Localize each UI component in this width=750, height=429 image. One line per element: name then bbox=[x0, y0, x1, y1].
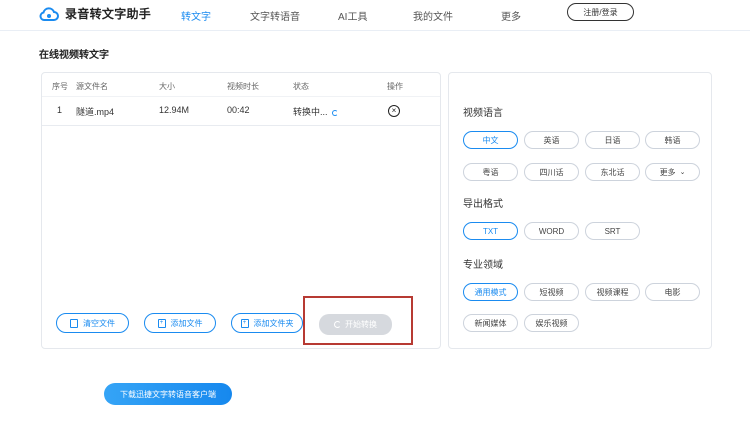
nav-speech-to-text[interactable]: 转文字 bbox=[181, 8, 211, 23]
header-divider bbox=[42, 96, 440, 97]
domain-chip-news[interactable]: 新闻媒体 bbox=[463, 314, 518, 332]
chevron-down-icon: ⌄ bbox=[679, 169, 686, 176]
domain-chip-entertainment[interactable]: 娱乐视频 bbox=[524, 314, 579, 332]
row-duration: 00:42 bbox=[227, 105, 250, 115]
row-filename: 隧道.mp4 bbox=[76, 107, 115, 117]
clear-files-button[interactable]: 清空文件 bbox=[56, 313, 129, 333]
format-chip-txt[interactable]: TXT bbox=[463, 222, 518, 240]
domain-chip-general[interactable]: 通用模式 bbox=[463, 283, 518, 301]
add-folder-button[interactable]: + 添加文件夹 bbox=[231, 313, 303, 333]
lang-chip-sichuan[interactable]: 四川话 bbox=[524, 163, 579, 181]
page-title: 在线视频转文字 bbox=[39, 50, 109, 61]
lang-chip-cantonese[interactable]: 粤语 bbox=[463, 163, 518, 181]
format-chip-srt[interactable]: SRT bbox=[585, 222, 640, 240]
lang-chip-japanese[interactable]: 日语 bbox=[585, 131, 640, 149]
lang-chip-korean[interactable]: 韩语 bbox=[645, 131, 700, 149]
row-status: 转换中... bbox=[293, 105, 338, 118]
add-file-icon: + bbox=[157, 318, 166, 328]
header-status: 状态 bbox=[293, 82, 309, 91]
lang-chip-more[interactable]: 更多 ⌄ bbox=[645, 163, 700, 181]
domain-chip-short-video[interactable]: 短视频 bbox=[524, 283, 579, 301]
header-index: 序号 bbox=[52, 82, 68, 91]
add-file-button[interactable]: + 添加文件 bbox=[144, 313, 216, 333]
row-status-text: 转换中... bbox=[293, 107, 328, 117]
lang-chip-english[interactable]: 英语 bbox=[524, 131, 579, 149]
login-button[interactable]: 注册/登录 bbox=[567, 3, 634, 21]
lang-more-label: 更多 bbox=[659, 167, 676, 177]
format-section-title: 导出格式 bbox=[463, 199, 503, 210]
header-filename: 源文件名 bbox=[76, 82, 108, 91]
settings-panel: 视频语言 中文 英语 日语 韩语 粤语 四川话 东北话 更多 ⌄ 导出格式 TX… bbox=[448, 72, 712, 349]
row-divider bbox=[42, 125, 440, 126]
header-operation: 操作 bbox=[387, 82, 403, 91]
loading-spinner-icon bbox=[331, 109, 338, 116]
lang-chip-chinese[interactable]: 中文 bbox=[463, 131, 518, 149]
language-section-title: 视频语言 bbox=[463, 108, 503, 119]
domain-chip-movie[interactable]: 电影 bbox=[645, 283, 700, 301]
format-chip-word[interactable]: WORD bbox=[524, 222, 579, 240]
top-header: 录音转文字助手 转文字 文字转语音 AI工具 我的文件 更多 注册/登录 bbox=[0, 0, 750, 31]
nav-ai-tools[interactable]: AI工具 bbox=[338, 8, 367, 23]
nav-text-to-speech[interactable]: 文字转语音 bbox=[250, 8, 300, 23]
add-folder-icon: + bbox=[240, 318, 249, 328]
nav-more[interactable]: 更多 bbox=[501, 8, 521, 23]
row-size: 12.94M bbox=[159, 105, 190, 115]
clear-files-label: 清空文件 bbox=[83, 318, 115, 328]
header-size: 大小 bbox=[159, 82, 175, 91]
trash-icon bbox=[70, 318, 78, 328]
domain-section-title: 专业领域 bbox=[463, 260, 503, 271]
add-file-label: 添加文件 bbox=[170, 318, 203, 328]
domain-chip-video-course[interactable]: 视频课程 bbox=[585, 283, 640, 301]
lang-chip-northeast[interactable]: 东北话 bbox=[585, 163, 640, 181]
nav-my-files[interactable]: 我的文件 bbox=[413, 8, 453, 23]
row-index: 1 bbox=[57, 105, 63, 115]
add-folder-label: 添加文件夹 bbox=[253, 318, 294, 328]
download-client-button[interactable]: 下载迅捷文字转语音客户端 bbox=[104, 383, 232, 405]
delete-file-icon[interactable]: × bbox=[388, 105, 400, 117]
cloud-logo-icon bbox=[39, 6, 59, 21]
header-duration: 视频时长 bbox=[227, 82, 259, 91]
app-logo[interactable]: 录音转文字助手 bbox=[39, 5, 151, 22]
highlight-annotation bbox=[303, 296, 413, 345]
app-title: 录音转文字助手 bbox=[65, 7, 152, 21]
